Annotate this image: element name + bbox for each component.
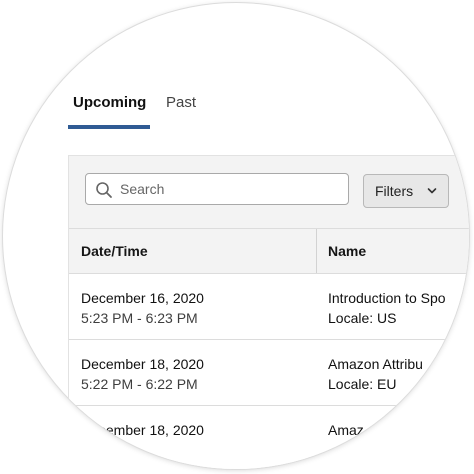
tab-upcoming[interactable]: Upcoming [73,94,146,111]
event-name[interactable]: Introduction to Spo [328,288,446,308]
event-time: 3:16 PM [81,442,134,458]
table-row[interactable]: December 16, 2020 5:23 PM - 6:23 PM Intr… [69,273,469,339]
column-header-name[interactable]: Name [328,243,366,259]
datetime-cell: December 18, 2020 3:16 PM [81,420,204,460]
table-header: Date/Time Name [69,228,469,274]
event-name[interactable]: Amaz [328,420,364,440]
tab-past[interactable]: Past [166,94,196,111]
search-box[interactable] [85,173,349,205]
filters-label: Filters [375,183,414,199]
event-locale: Locale: US [328,310,397,326]
filters-button[interactable]: Filters [363,174,449,208]
table-row[interactable]: December 18, 2020 3:16 PM Amaz [69,405,469,469]
event-date: December 18, 2020 [81,356,204,372]
screenshot-stage: Upcoming Past Filters [0,0,474,474]
event-date: December 16, 2020 [81,290,204,306]
datetime-cell: December 18, 2020 5:22 PM - 6:22 PM [81,354,204,394]
search-input[interactable] [120,175,340,203]
events-panel: Filters Date/Time Name December 16, 2020… [68,155,469,469]
event-time: 5:23 PM - 6:23 PM [81,310,198,326]
table-body: December 16, 2020 5:23 PM - 6:23 PM Intr… [69,273,469,469]
app-canvas: Upcoming Past Filters [3,3,469,469]
tab-bar: Upcoming Past [68,86,469,130]
event-name[interactable]: Amazon Attribu [328,354,423,374]
event-locale: Locale: EU [328,376,397,392]
circular-frame: Upcoming Past Filters [3,3,469,469]
name-cell: Amaz [328,420,364,440]
name-cell: Introduction to Spo Locale: US [328,288,446,328]
chevron-down-icon [427,188,437,194]
table-row[interactable]: December 18, 2020 5:22 PM - 6:22 PM Amaz… [69,339,469,405]
active-tab-indicator [68,125,150,129]
event-date: December 18, 2020 [81,422,204,438]
column-header-datetime[interactable]: Date/Time [81,243,148,259]
event-time: 5:22 PM - 6:22 PM [81,376,198,392]
datetime-cell: December 16, 2020 5:23 PM - 6:23 PM [81,288,204,328]
column-divider [316,229,317,274]
search-icon [96,182,112,198]
name-cell: Amazon Attribu Locale: EU [328,354,423,394]
